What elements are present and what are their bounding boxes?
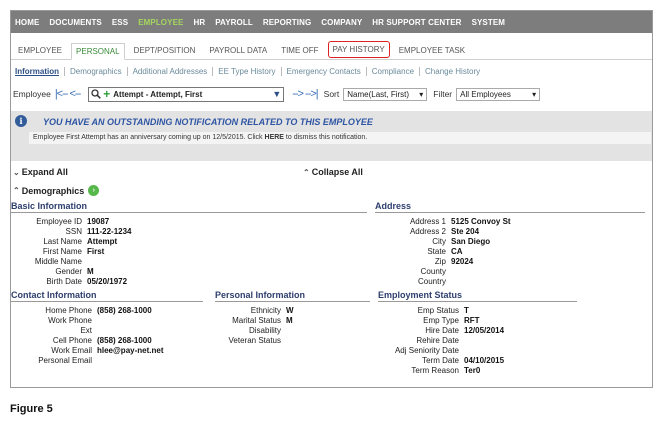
field-rehire-date: Rehire Date [416, 336, 459, 345]
notification-title: YOU HAVE AN OUTSTANDING NOTIFICATION REL… [43, 117, 373, 127]
top-navigation: HOME DOCUMENTS ESS EMPLOYEE HR PAYROLL R… [11, 11, 652, 33]
filter-label: Filter [433, 89, 453, 99]
chevron-up-icon: ⌃ [303, 168, 310, 177]
field-work-email: Work Email hlee@pay-net.net [51, 346, 164, 355]
field-middle-name: Middle Name [34, 257, 82, 266]
basic-information-title: Basic Information [11, 201, 367, 213]
nav-company[interactable]: COMPANY [321, 18, 362, 27]
field-first-name: First Name First [42, 247, 105, 256]
sublink-additional-addresses[interactable]: Additional Addresses [128, 67, 214, 76]
field-work-phone: Work Phone [48, 316, 92, 325]
field-term-date: Term Date 04/10/2015 [422, 356, 505, 365]
tab-time-off[interactable]: TIME OFF [276, 42, 323, 59]
personal-sublinks: Information Demographics Additional Addr… [15, 67, 485, 76]
sort-chevron-down-icon: ▾ [419, 89, 424, 99]
sublink-change-history[interactable]: Change History [420, 67, 485, 76]
field-emp-status: Emp Status T [417, 306, 469, 315]
sort-select-value: Name(Last, First) [347, 89, 410, 99]
figure-caption: Figure 5 [10, 403, 53, 415]
tab-dept-position[interactable]: DEPT/POSITION [129, 42, 201, 59]
field-disability: Disability [248, 326, 281, 335]
notification-message-suffix: to dismiss this notification. [283, 134, 368, 141]
address-title: Address [375, 201, 645, 213]
chevron-down-icon: ⌄ [13, 168, 20, 177]
contact-information-title: Contact Information [11, 290, 203, 302]
field-marital-status: Marital Status M [232, 316, 293, 325]
field-birth-date: Birth Date 05/20/1972 [46, 277, 128, 286]
field-county: County [420, 267, 446, 276]
nav-home[interactable]: HOME [15, 18, 39, 27]
field-ssn: SSN 111-22-1234 [65, 227, 132, 236]
field-zip: Zip 92024 [434, 257, 474, 266]
nav-employee[interactable]: EMPLOYEE [138, 18, 183, 27]
tab-employee[interactable]: EMPLOYEE [13, 42, 67, 59]
field-ethnicity: Ethnicity W [250, 306, 294, 315]
field-personal-email: Personal Email [38, 356, 92, 365]
employment-status-title: Employment Status [378, 290, 577, 302]
employee-label: Employee [13, 89, 51, 99]
employee-selector-row: Employee |<-- <-- + Attempt - Attempt, F… [13, 86, 541, 102]
employee-select[interactable]: + Attempt - Attempt, First ▼ [88, 86, 285, 102]
expand-all-button[interactable]: ⌄ Expand All [13, 167, 68, 177]
field-city: City San Diego [432, 237, 491, 246]
prev-employee-arrows-icon[interactable]: |<-- <-- [55, 88, 81, 100]
field-emp-type: Emp Type RFT [423, 316, 480, 325]
nav-ess[interactable]: ESS [112, 18, 128, 27]
nav-hr-support-center[interactable]: HR SUPPORT CENTER [372, 18, 461, 27]
notification-message: Employee First Attempt has an anniversar… [29, 132, 651, 144]
search-icon[interactable] [91, 89, 102, 99]
nav-reporting[interactable]: REPORTING [263, 18, 311, 27]
expand-all-label: Expand All [21, 167, 68, 177]
go-arrow-icon[interactable]: › [88, 185, 100, 196]
field-employee-id: Employee ID 19087 [36, 217, 110, 226]
sublink-compliance[interactable]: Compliance [367, 67, 421, 76]
field-gender: Gender M [55, 267, 94, 276]
demographics-title: Demographics [21, 185, 85, 196]
sublink-information[interactable]: Information [15, 67, 65, 76]
employee-select-value: Attempt - Attempt, First [113, 89, 203, 99]
filter-select[interactable]: All Employees ▾ [456, 87, 541, 101]
add-employee-icon[interactable]: + [103, 88, 110, 100]
sublink-emergency-contacts[interactable]: Emergency Contacts [282, 67, 367, 76]
next-employee-arrows-icon[interactable]: --> -->| [292, 88, 318, 100]
notification-message-text: Employee First Attempt has an anniversar… [33, 134, 265, 141]
app-window: HOME DOCUMENTS ESS EMPLOYEE HR PAYROLL R… [10, 10, 653, 388]
tab-payroll-data[interactable]: PAYROLL DATA [204, 42, 272, 59]
notification-banner: i YOU HAVE AN OUTSTANDING NOTIFICATION R… [11, 111, 652, 161]
collapse-all-label: Collapse All [311, 167, 363, 177]
field-cell-phone: Cell Phone (858) 268-1000 [52, 336, 152, 345]
sublink-ee-type-history[interactable]: EE Type History [213, 67, 282, 76]
sort-select[interactable]: Name(Last, First) ▾ [343, 87, 428, 101]
chevron-down-icon[interactable]: ▼ [272, 89, 281, 99]
nav-hr[interactable]: HR [193, 18, 205, 27]
dismiss-link[interactable]: HERE [265, 134, 284, 141]
personal-information-title: Personal Information [215, 290, 370, 302]
sort-label: Sort [323, 89, 340, 99]
filter-chevron-down-icon: ▾ [532, 89, 537, 99]
chevron-up-icon: ⌃ [13, 186, 20, 195]
nav-system[interactable]: SYSTEM [472, 18, 506, 27]
nav-payroll[interactable]: PAYROLL [215, 18, 253, 27]
field-ext: Ext [80, 326, 92, 335]
field-adj-seniority-date: Adj Seniority Date [394, 346, 459, 355]
tab-pay-history[interactable]: PAY HISTORY [327, 41, 390, 58]
tab-employee-task[interactable]: EMPLOYEE TASK [394, 42, 470, 59]
demographics-header[interactable]: ⌃ Demographics › [13, 185, 100, 196]
info-icon: i [15, 115, 27, 127]
field-home-phone: Home Phone (858) 268-1000 [45, 306, 152, 315]
field-address-1: Address 1 5125 Convoy St [409, 217, 511, 226]
field-state: State CA [427, 247, 463, 256]
field-country: Country [417, 277, 446, 286]
field-term-reason: Term Reason Ter0 [411, 366, 481, 375]
field-last-name: Last Name Attempt [43, 237, 118, 246]
collapse-all-button[interactable]: ⌃ Collapse All [303, 167, 363, 177]
filter-select-value: All Employees [460, 89, 511, 99]
field-address-2: Address 2 Ste 204 [409, 227, 480, 236]
field-hire-date: Hire Date 12/05/2014 [425, 326, 505, 335]
sublink-demographics[interactable]: Demographics [65, 67, 128, 76]
field-veteran-status: Veteran Status [228, 336, 281, 345]
nav-documents[interactable]: DOCUMENTS [49, 18, 101, 27]
tab-personal[interactable]: PERSONAL [71, 43, 125, 60]
employee-tabs: EMPLOYEE PERSONAL DEPT/POSITION PAYROLL … [11, 41, 652, 60]
